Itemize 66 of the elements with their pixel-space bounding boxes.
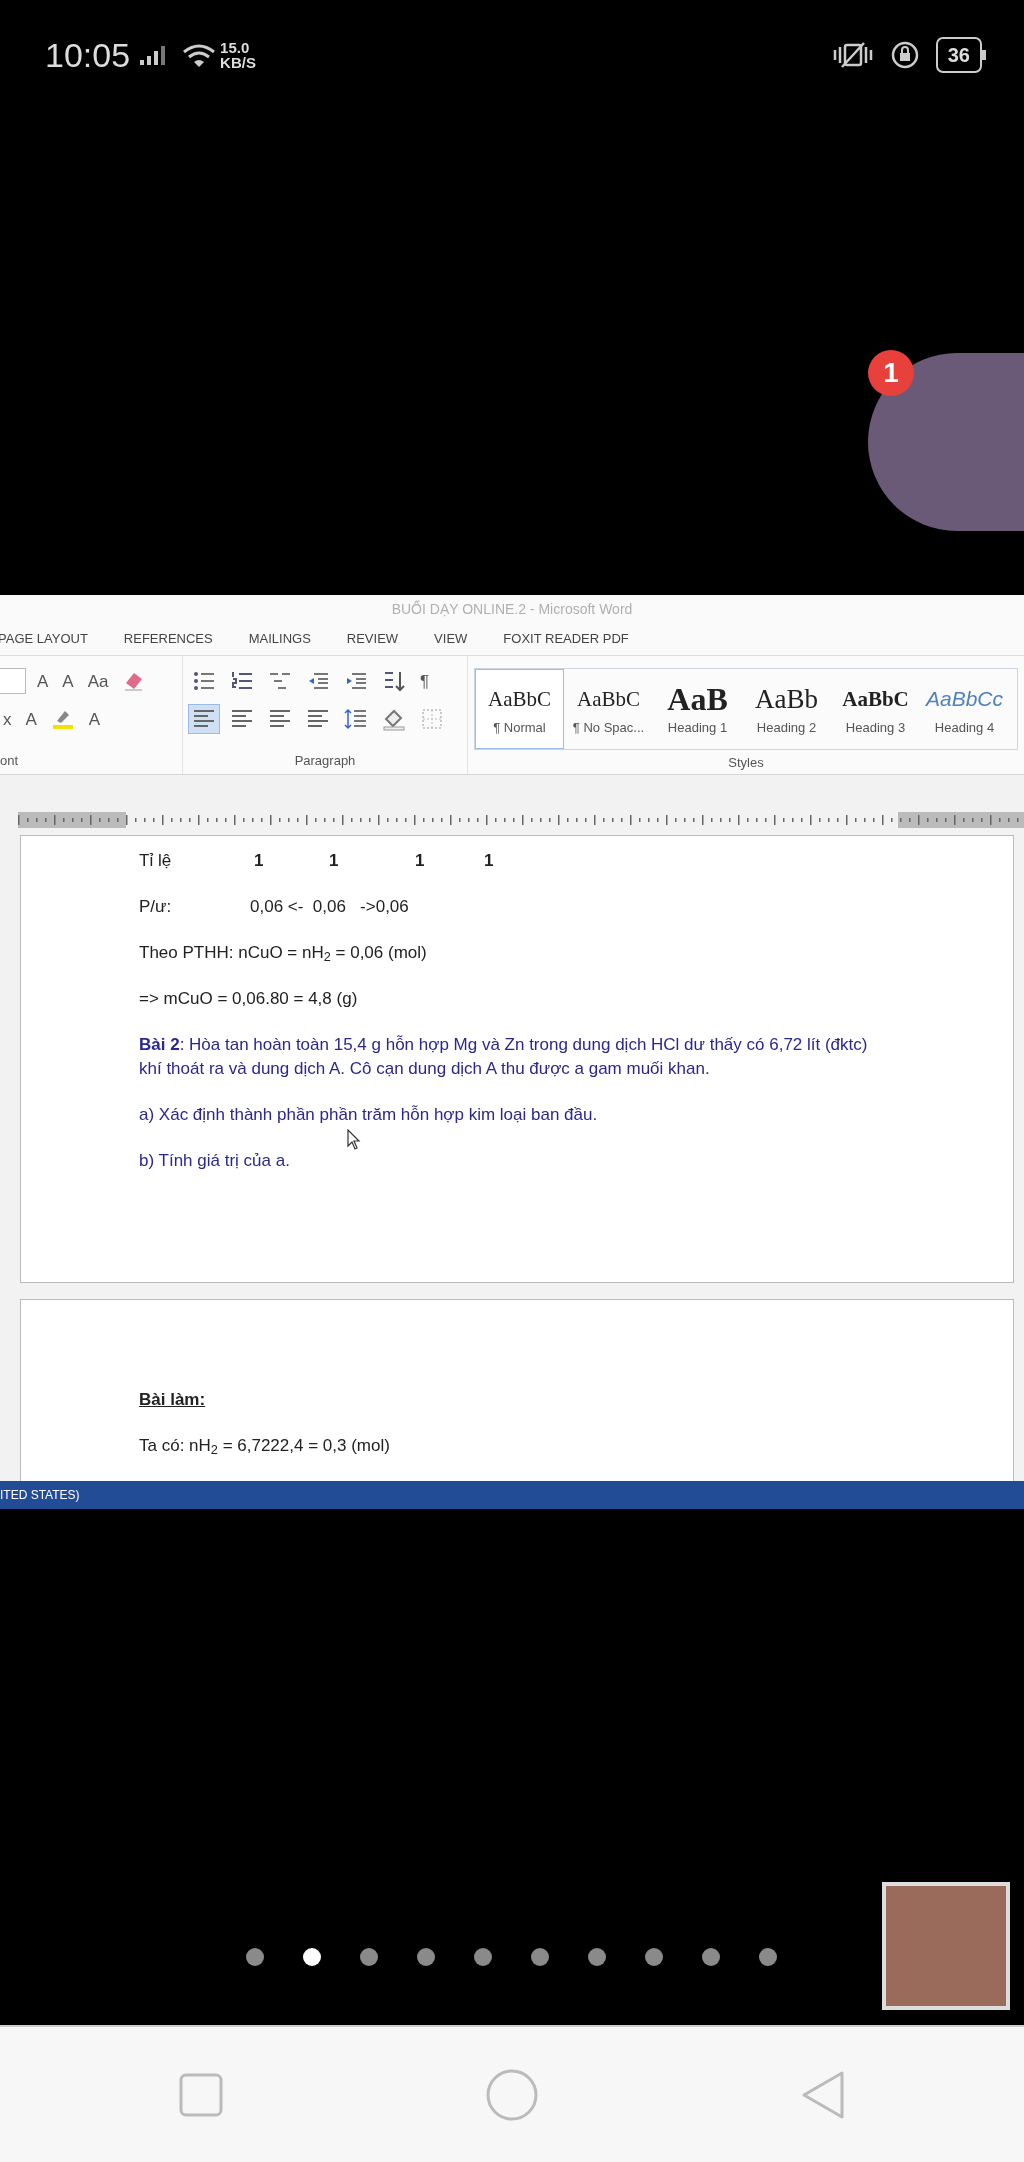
page-indicator-dot[interactable]	[759, 1948, 777, 1966]
document-text: b) Tính giá trị của a.	[139, 1150, 290, 1172]
toolbar-button[interactable]: A	[59, 670, 77, 692]
toolbar-button[interactable]: A	[34, 670, 52, 692]
battery-tip-icon	[982, 50, 986, 60]
document-text: Bài 2: Hòa tan hoàn toàn 15,4 g hỗn hợp Mg và Zn trong dung dịch HCl dư thấy có 6,72 lít (đktc) khí thoát ra và dung dịch A. Cô cạn dung dịch A thu được a gam muối khan.	[139, 1034, 869, 1080]
page-indicator-dot[interactable]	[246, 1948, 264, 1966]
ribbon-tab[interactable]: FOXIT READER PDF	[503, 623, 629, 655]
toolbar-button[interactable]: ¶	[417, 670, 433, 692]
group-label: Paragraph	[293, 752, 357, 770]
section-heading: Bài làm:	[139, 1389, 206, 1411]
document-text: 1	[484, 850, 495, 872]
document-text: 1	[254, 850, 265, 872]
style-gallery-item[interactable]: AaBb Heading 2	[742, 669, 831, 749]
style-gallery-item[interactable]: AaBbC Heading 3	[831, 669, 920, 749]
page-indicator-dot[interactable]	[417, 1948, 435, 1966]
rotation-lock-icon	[889, 40, 920, 70]
wifi-icon	[182, 42, 217, 68]
toolbar-button[interactable]	[189, 705, 219, 733]
page-indicator-dot[interactable]	[645, 1948, 663, 1966]
toolbar-button[interactable]: A	[22, 708, 40, 730]
window-title: BUỔI DẠY ONLINE.2 - Microsoft Word	[0, 595, 1024, 623]
avatar-placeholder[interactable]	[868, 353, 1024, 531]
group-label: Styles	[727, 754, 765, 772]
style-gallery-item[interactable]: AaB Heading 1	[653, 669, 742, 749]
line-spacing-icon	[344, 707, 368, 731]
bullet-list-icon	[192, 669, 216, 693]
document-text: a) Xác định thành phần phần trăm hỗn hợp kim loại ban đầu.	[139, 1104, 598, 1126]
speed-unit: KB/S	[220, 55, 256, 70]
document-text: Ta có: nH$_{2}$ = 6,7222,4 = 0,3 (mol)	[139, 1435, 390, 1458]
document-text: 1	[329, 850, 340, 872]
page-indicator-dot[interactable]	[360, 1948, 378, 1966]
ribbon-tab[interactable]: REVIEW	[346, 623, 399, 655]
sort-icon	[382, 669, 406, 693]
document-text: Tỉ lệ	[139, 850, 173, 872]
document-text: => mCuO = 0,06.80 = 4,8 (g)	[139, 988, 358, 1010]
document-text: P/ư:	[139, 896, 173, 918]
document-text: 1	[415, 850, 426, 872]
paint-bucket-icon	[382, 707, 406, 731]
vibrate-muted-icon	[831, 40, 874, 70]
ribbon-tab[interactable]: REFERENCES	[123, 623, 213, 655]
font-size-field[interactable]	[0, 668, 26, 694]
network-speed: 15.0	[220, 40, 251, 55]
page-indicator-dot[interactable]	[531, 1948, 549, 1966]
toolbar-button[interactable]: A	[85, 708, 104, 730]
clock-time: 10:05	[45, 34, 131, 76]
document-text: 0,06 <- 0,06 ->0,06	[250, 896, 410, 918]
style-gallery-item[interactable]: AaBbC ¶ Normal	[475, 669, 564, 749]
mouse-pointer-icon	[347, 1129, 361, 1151]
group-label: ont	[0, 752, 20, 770]
style-gallery-item[interactable]: AaBbCc Heading 4	[920, 669, 1009, 749]
ribbon-tab[interactable]: MAILINGS	[248, 623, 311, 655]
toolbar-button[interactable]: Aa	[84, 670, 112, 692]
toolbar-button[interactable]: x	[0, 708, 15, 730]
ribbon-tab[interactable]: VIEW	[434, 623, 468, 655]
document-text: Theo PTHH: nCuO = nH$_{2}$ = 0,06 (mol)	[139, 942, 427, 965]
page-indicator-dot[interactable]	[303, 1948, 321, 1966]
page-indicator-dot[interactable]	[588, 1948, 606, 1966]
notification-badge: 1	[868, 350, 914, 396]
style-gallery-item[interactable]: AaBbC ¶ No Spac...	[564, 669, 653, 749]
page-indicator-dot[interactable]	[474, 1948, 492, 1966]
battery-level: 36	[935, 37, 982, 73]
status-bar-text: ITED STATES)	[0, 1488, 80, 1502]
page-indicator-dot[interactable]	[702, 1948, 720, 1966]
borders-icon	[420, 707, 444, 731]
photo-placeholder[interactable]	[882, 1882, 1010, 2010]
